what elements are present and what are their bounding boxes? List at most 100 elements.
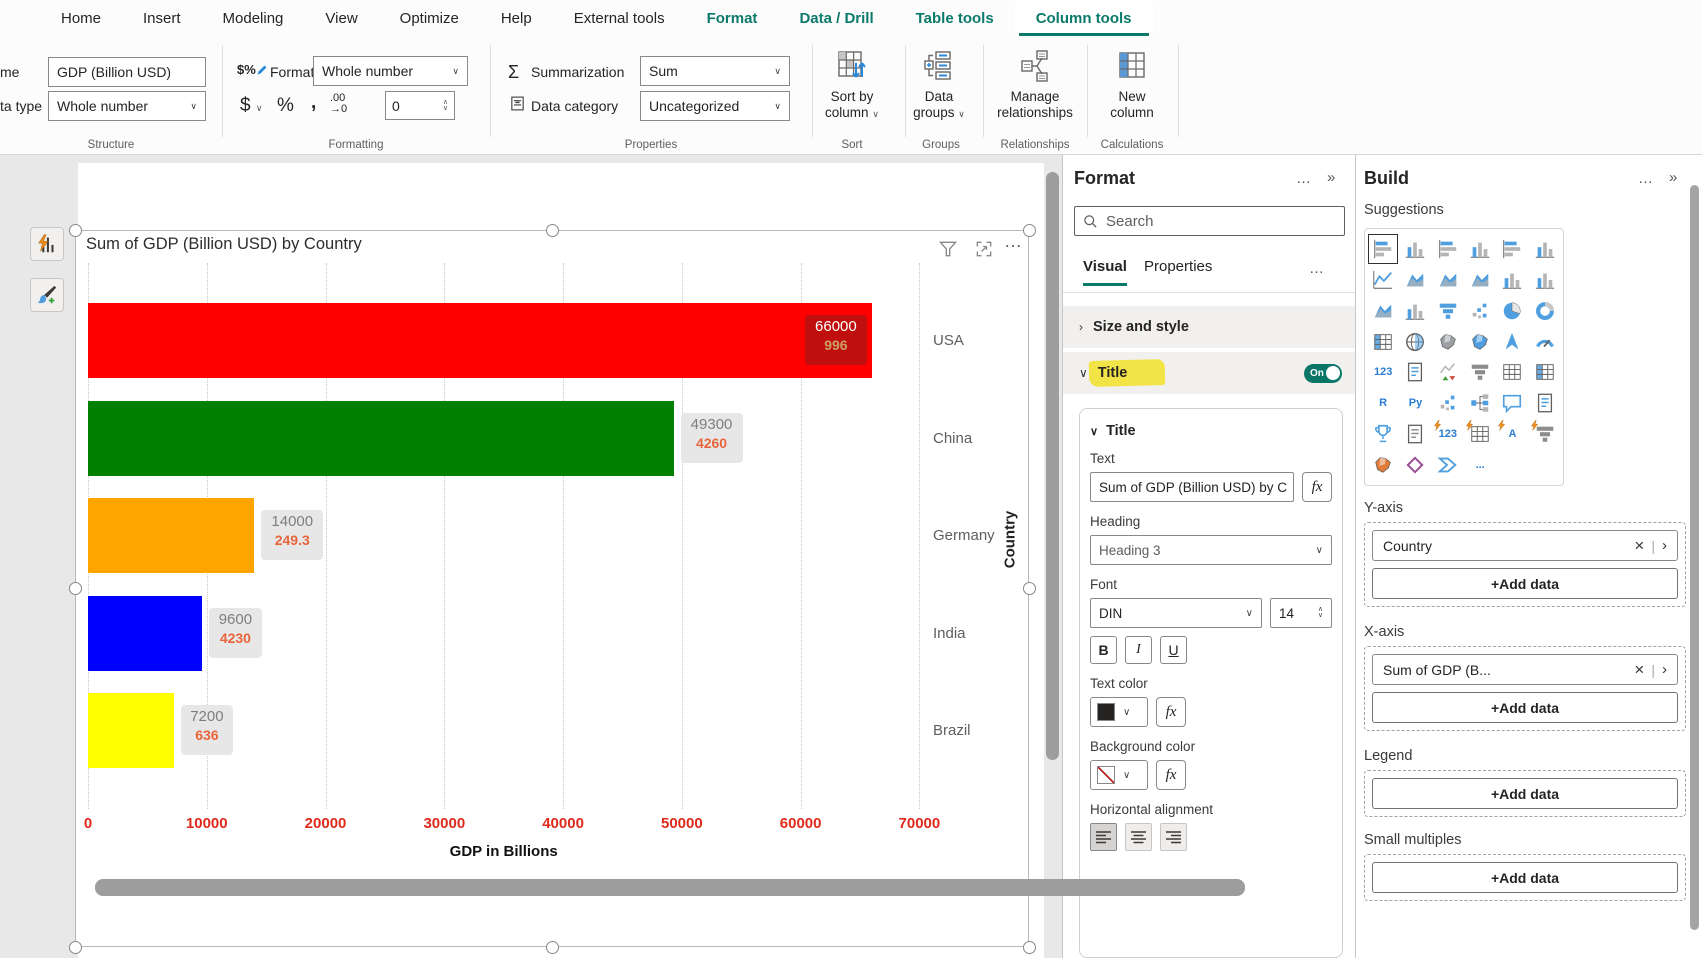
- menu-item-data-drill[interactable]: Data / Drill: [778, 1, 894, 36]
- visual-type-r-script-visual[interactable]: R: [1370, 390, 1396, 416]
- underline-button[interactable]: U: [1160, 636, 1187, 664]
- font-size-spinner[interactable]: 14 ∧∨: [1270, 598, 1332, 628]
- menu-item-view[interactable]: View: [304, 1, 378, 36]
- spinner-arrows-icon[interactable]: ∧∨: [443, 100, 448, 112]
- data-category-select[interactable]: Uncategorized∨: [640, 91, 790, 121]
- menu-item-optimize[interactable]: Optimize: [379, 1, 480, 36]
- data-groups-button[interactable]: Data groups ∨: [901, 49, 977, 137]
- visual-type-clustered-column-chart[interactable]: [1467, 236, 1493, 262]
- new-column-button[interactable]: New column: [1094, 49, 1170, 137]
- field-pill-country[interactable]: Country×|›: [1372, 530, 1678, 561]
- currency-icon[interactable]: $ ∨: [240, 95, 262, 117]
- title-toggle[interactable]: On: [1304, 364, 1342, 383]
- format-select[interactable]: Whole number∨: [313, 56, 468, 86]
- visual-type-key-influencers[interactable]: [1435, 390, 1461, 416]
- menu-item-table-tools[interactable]: Table tools: [895, 1, 1015, 36]
- visual-type-area-chart[interactable]: [1402, 267, 1428, 293]
- selection-handle[interactable]: [546, 224, 559, 237]
- visual-type-power-automate[interactable]: [1435, 452, 1461, 478]
- fx-button[interactable]: fx: [1302, 472, 1332, 502]
- visual-type-power-apps[interactable]: [1402, 452, 1428, 478]
- visual-type-matrix[interactable]: [1532, 359, 1558, 385]
- section-size-and-style[interactable]: › Size and style: [1063, 306, 1356, 348]
- visual-type-slicer[interactable]: [1467, 359, 1493, 385]
- visual-type-metrics[interactable]: [1370, 421, 1396, 447]
- visual-type-line-and-clustered-column-chart[interactable]: [1532, 267, 1558, 293]
- visual-type-button-slicer[interactable]: [1467, 421, 1493, 447]
- menu-item-format[interactable]: Format: [686, 1, 779, 36]
- visual-type-stacked-bar-chart[interactable]: [1370, 236, 1396, 262]
- add-data-button[interactable]: +Add data: [1372, 568, 1678, 599]
- fx-button[interactable]: fx: [1156, 697, 1186, 727]
- visual-type-donut-chart[interactable]: [1532, 298, 1558, 324]
- menu-item-column-tools[interactable]: Column tools: [1015, 1, 1153, 36]
- vertical-scrollbar[interactable]: [1046, 172, 1059, 760]
- percent-icon[interactable]: %: [277, 95, 294, 117]
- visual-type-paginated-report[interactable]: [1402, 421, 1428, 447]
- visual-type-smart-narrative[interactable]: [1532, 390, 1558, 416]
- visual-type-azure-map[interactable]: [1499, 329, 1525, 355]
- visual-type-treemap[interactable]: [1370, 329, 1396, 355]
- field-options-icon[interactable]: ›: [1662, 537, 1667, 554]
- selection-handle[interactable]: [1023, 941, 1036, 954]
- visual-type-funnel-chart[interactable]: [1435, 298, 1461, 324]
- visual-type-decomposition-tree[interactable]: [1467, 390, 1493, 416]
- column-name-input[interactable]: GDP (Billion USD): [48, 57, 206, 87]
- more-options-icon[interactable]: …: [1638, 170, 1655, 187]
- selection-handle[interactable]: [69, 941, 82, 954]
- summarization-select[interactable]: Sum∨: [640, 56, 790, 86]
- tab-visual[interactable]: Visual: [1083, 258, 1127, 286]
- menu-item-modeling[interactable]: Modeling: [202, 1, 305, 36]
- visual-type-table[interactable]: [1499, 359, 1525, 385]
- visual-type-stacked-area-chart[interactable]: [1435, 267, 1461, 293]
- manage-relationships-button[interactable]: Manage relationships: [997, 49, 1073, 137]
- visual-type-scatter-chart[interactable]: [1467, 298, 1493, 324]
- title-text-input[interactable]: Sum of GDP (Billion USD) by C: [1090, 472, 1294, 502]
- field-pill-sum-of-gdp-b[interactable]: Sum of GDP (B...×|›: [1372, 654, 1678, 685]
- collapse-pane-icon[interactable]: »: [1327, 169, 1335, 186]
- visual-type-list-slicer[interactable]: [1532, 421, 1558, 447]
- more-options-icon[interactable]: …: [1296, 170, 1313, 187]
- bar-germany[interactable]: [88, 498, 254, 573]
- font-select[interactable]: DIN∨: [1090, 598, 1262, 628]
- visual-type-ribbon-chart[interactable]: [1370, 298, 1396, 324]
- remove-field-icon[interactable]: ×: [1634, 536, 1644, 556]
- more-options-icon[interactable]: …: [1309, 260, 1326, 277]
- visual-type-text-slicer[interactable]: A: [1499, 421, 1525, 447]
- selection-handle[interactable]: [1023, 224, 1036, 237]
- visual-type-more-visual-types[interactable]: ...: [1467, 452, 1493, 478]
- vertical-scrollbar[interactable]: [1690, 185, 1699, 930]
- search-input[interactable]: Search: [1074, 206, 1345, 236]
- visual-type-gauge[interactable]: [1532, 329, 1558, 355]
- visual-type-new-card[interactable]: 123: [1435, 421, 1461, 447]
- tab-properties[interactable]: Properties: [1144, 258, 1212, 283]
- bar-brazil[interactable]: [88, 693, 174, 768]
- selection-handle[interactable]: [1023, 582, 1036, 595]
- decimal-places-icon[interactable]: .00→0: [330, 93, 347, 115]
- selection-handle[interactable]: [69, 224, 82, 237]
- visual-type-100-stacked-bar-chart[interactable]: [1499, 236, 1525, 262]
- heading-select[interactable]: Heading 3∨: [1090, 535, 1332, 565]
- horizontal-scrollbar[interactable]: [95, 879, 1245, 896]
- bar-chart-visual[interactable]: Sum of GDP (Billion USD) by Country … 01…: [75, 230, 1029, 947]
- menu-item-external-tools[interactable]: External tools: [553, 1, 686, 36]
- align-center-button[interactable]: [1125, 823, 1152, 851]
- remove-field-icon[interactable]: ×: [1634, 660, 1644, 680]
- analyze-visual-button[interactable]: [30, 227, 64, 261]
- align-right-button[interactable]: [1160, 823, 1187, 851]
- visual-type-pie-chart[interactable]: [1499, 298, 1525, 324]
- bar-india[interactable]: [88, 596, 202, 671]
- sort-by-column-button[interactable]: Sort by column ∨: [814, 49, 890, 137]
- visual-type-clustered-bar-chart[interactable]: [1435, 236, 1461, 262]
- collapse-pane-icon[interactable]: »: [1669, 169, 1677, 186]
- fx-button[interactable]: fx: [1156, 760, 1186, 790]
- visual-type-qa-visual[interactable]: [1499, 390, 1525, 416]
- background-color-dropdown[interactable]: ∨: [1090, 760, 1148, 790]
- visual-type-python-visual[interactable]: Py: [1402, 390, 1428, 416]
- visual-type-shape-map[interactable]: [1467, 329, 1493, 355]
- visual-type-100-stacked-area-chart[interactable]: [1467, 267, 1493, 293]
- field-options-icon[interactable]: ›: [1662, 661, 1667, 678]
- section-title[interactable]: ∨ Title On: [1063, 352, 1356, 394]
- italic-button[interactable]: I: [1125, 636, 1152, 664]
- selection-handle[interactable]: [546, 941, 559, 954]
